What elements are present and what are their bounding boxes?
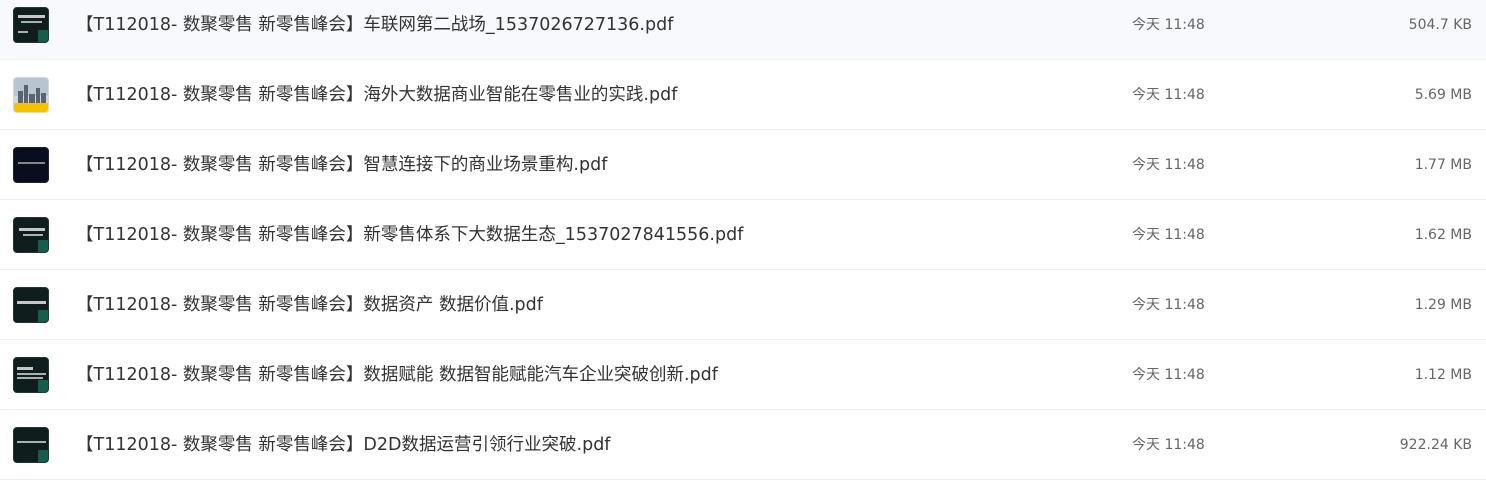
file-row[interactable]: 【T112018- 数聚零售 新零售峰会】新零售体系下大数据生态_1537027…: [0, 200, 1486, 270]
file-modified-time: 今天 11:48: [1132, 17, 1205, 33]
file-row[interactable]: 【T112018- 数聚零售 新零售峰会】数据赋能 数据智能赋能汽车企业突破创新…: [0, 340, 1486, 410]
file-modified-time: 今天 11:48: [1132, 227, 1205, 243]
file-modified-time: 今天 11:48: [1132, 367, 1205, 383]
file-row[interactable]: 【T112018- 数聚零售 新零售峰会】D2D数据运营引领行业突破.pdf 今…: [0, 410, 1486, 480]
file-size: 504.7 KB: [1408, 17, 1472, 33]
file-row[interactable]: 【T112018- 数聚零售 新零售峰会】数据资产 数据价值.pdf 今天 11…: [0, 270, 1486, 340]
file-size: 5.69 MB: [1414, 87, 1472, 103]
file-modified-time: 今天 11:48: [1132, 297, 1205, 313]
file-size: 1.12 MB: [1414, 367, 1472, 383]
file-modified-time: 今天 11:48: [1132, 157, 1205, 173]
file-size: 1.77 MB: [1414, 157, 1472, 173]
pdf-thumbnail-icon: [13, 147, 49, 183]
file-row[interactable]: 【T112018- 数聚零售 新零售峰会】车联网第二战场_15370267271…: [0, 0, 1486, 60]
file-modified-time: 今天 11:48: [1132, 437, 1205, 453]
file-row[interactable]: 【T112018- 数聚零售 新零售峰会】海外大数据商业智能在零售业的实践.pd…: [0, 60, 1486, 130]
file-size: 1.62 MB: [1414, 227, 1472, 243]
file-size: 1.29 MB: [1414, 297, 1472, 313]
file-size: 922.24 KB: [1399, 437, 1472, 453]
file-list: 【T112018- 数聚零售 新零售峰会】车联网第二战场_15370267271…: [0, 0, 1486, 480]
file-row[interactable]: 【T112018- 数聚零售 新零售峰会】智慧连接下的商业场景重构.pdf 今天…: [0, 130, 1486, 200]
pdf-thumbnail-icon: [13, 77, 49, 113]
pdf-thumbnail-icon: [13, 217, 49, 253]
file-name[interactable]: 【T112018- 数聚零售 新零售峰会】新零售体系下大数据生态_1537027…: [76, 222, 743, 248]
file-name[interactable]: 【T112018- 数聚零售 新零售峰会】数据资产 数据价值.pdf: [76, 292, 543, 318]
file-name[interactable]: 【T112018- 数聚零售 新零售峰会】智慧连接下的商业场景重构.pdf: [76, 152, 607, 178]
file-name[interactable]: 【T112018- 数聚零售 新零售峰会】D2D数据运营引领行业突破.pdf: [76, 432, 610, 458]
pdf-thumbnail-icon: [13, 357, 49, 393]
file-name[interactable]: 【T112018- 数聚零售 新零售峰会】车联网第二战场_15370267271…: [76, 12, 673, 38]
file-name[interactable]: 【T112018- 数聚零售 新零售峰会】数据赋能 数据智能赋能汽车企业突破创新…: [76, 362, 718, 388]
pdf-thumbnail-icon: [13, 287, 49, 323]
pdf-thumbnail-icon: [13, 427, 49, 463]
pdf-thumbnail-icon: [13, 7, 49, 43]
file-modified-time: 今天 11:48: [1132, 87, 1205, 103]
file-name[interactable]: 【T112018- 数聚零售 新零售峰会】海外大数据商业智能在零售业的实践.pd…: [76, 82, 677, 108]
